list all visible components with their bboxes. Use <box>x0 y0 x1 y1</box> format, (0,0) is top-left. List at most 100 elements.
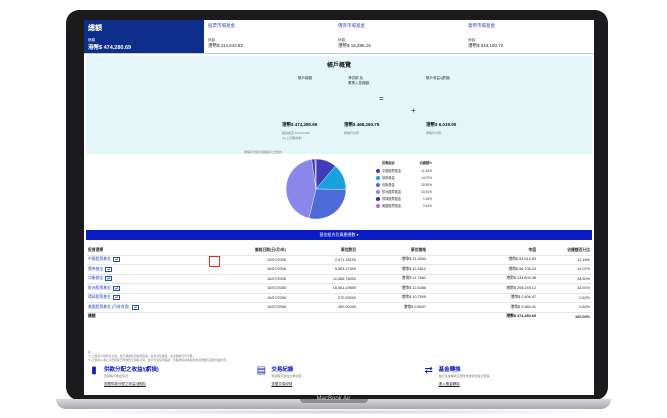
net-contribution-label: 淨供款 及 累積入息總額 <box>348 76 369 85</box>
table-row: 中國股票基金 10/07/2006 2,471.28100 港幣$ 21.4544 港幣… <box>86 256 592 265</box>
cell-date: 10/07/2006 <box>266 276 286 281</box>
browser-screen: 總額 餘額 港幣$ 474,280.69 股票市場基金 餘額 港幣$ 114,6… <box>84 20 594 395</box>
legend-item: 均衡基金 28.50% <box>376 181 432 188</box>
legend-item: 中國股票基金 11.18% <box>376 167 432 174</box>
legend-swatch <box>376 175 380 180</box>
net-contribution-value: 港幣$ 468,260.79 <box>344 122 380 127</box>
legend-label: 中國股票基金 <box>382 169 402 173</box>
legend-swatch <box>376 203 380 208</box>
account-overview-panel: 帳戶概覽 帳戶總額 淨供款 及 累積入息總額 帳戶收益/(虧損) = + 港幣$… <box>86 56 592 154</box>
cell-date: 10/07/2006 <box>266 305 286 310</box>
fund-name-link[interactable]: 均衡基金 <box>88 276 103 281</box>
fund-cell: 歐洲股票基金 <box>86 285 206 291</box>
switch-arrows-icon: ⇄ <box>424 365 433 376</box>
legend-value: 28.50% <box>421 182 432 187</box>
price-chart-icon[interactable] <box>112 295 120 301</box>
footnotes: 註： *以上資料只供參考之用，並不構成任何投資建議。投資涉及風險，基金價格可升可… <box>88 350 588 362</box>
fund-cell: 債券基金 <box>86 266 206 272</box>
transaction-link-card[interactable]: ▤ 交易紀錄 查閱帳戶過往交易紀錄 查閱交易紀錄 <box>255 365 422 387</box>
fund-name-link[interactable]: 美國股票基金 (可收費用) <box>88 305 130 310</box>
link-desc: 查閱帳戶過往交易紀錄 <box>271 374 302 378</box>
account-total-subnote-2: (以上日期為準) <box>282 136 302 140</box>
table-row: 均衡基金 10/07/2006 11,466.76000 港幣$ 11.7661 港幣$… <box>86 275 592 284</box>
legend-label: 美國股票基金 <box>382 204 402 208</box>
legend-value: 11.18% <box>421 168 432 173</box>
laptop-shadow <box>40 409 627 415</box>
cell-units: 300.90200 <box>338 305 356 310</box>
total-label: 總額 <box>88 314 96 319</box>
fund-portfolio-toggle[interactable]: 基金組合及資產總數 ▾ <box>86 230 592 240</box>
cell-value: 港幣$ 134,809.38 <box>506 276 536 281</box>
legend-value: 14.07% <box>421 175 432 180</box>
table-row: 環球股票基金 10/07/2006 270.33000 港幣$ 10.7509 港幣$ … <box>86 294 592 303</box>
cell-units: 2,471.28100 <box>334 257 356 262</box>
cell-price: 港幣$ 9.8947 <box>403 304 426 309</box>
overview-title: 帳戶概覽 <box>326 63 351 69</box>
document-icon: ▤ <box>256 365 267 376</box>
category-value: 港幣$ 114,643.82 <box>208 43 243 48</box>
holdings-table: 投資選擇 價格日期(日/月/年) 單位數目 單位價格 市值 佔總額百分比 中國股… <box>86 246 592 321</box>
fund-name-link[interactable]: 環球股票基金 <box>88 295 111 300</box>
legend-item: 環球股票基金 1.63% <box>376 195 432 202</box>
cell-pct: 0.62% <box>579 305 590 310</box>
total-balance-card[interactable]: 總額 餘額 港幣$ 474,280.69 <box>84 20 204 54</box>
fund-name-link[interactable]: 歐洲股票基金 <box>88 286 111 291</box>
link-title: 供款分配之收益/(虧損) <box>104 367 159 373</box>
legend-swatch <box>376 189 380 194</box>
cell-date: 10/07/2006 <box>266 267 286 272</box>
plus-sign: + <box>411 106 416 115</box>
gain-loss-subnote: 按帳戶計算 <box>426 131 442 135</box>
equity-fund-card[interactable]: 股票市場基金 餘額 港幣$ 114,643.82 <box>204 20 334 54</box>
legend-value: 43.91% <box>421 189 432 194</box>
allocation-legend: 投資組合 佔總額% 中國股票基金 11.18% 債券基金 14.07% 均衡基金 28.5… <box>376 160 432 209</box>
price-chart-icon[interactable] <box>112 285 120 291</box>
cell-value: 港幣$ 2,906.47 <box>510 295 536 300</box>
header-pct: 佔總額百分比 <box>567 247 590 252</box>
cell-units: 16,561.19600 <box>332 286 356 291</box>
cell-units: 11,466.76000 <box>333 276 356 281</box>
cell-pct: 28.50% <box>577 276 590 281</box>
legend-value: 1.63% <box>422 196 432 201</box>
fund-name-link[interactable]: 債券基金 <box>88 267 103 272</box>
fund-switch-link[interactable]: 進入基金轉換 <box>439 382 490 387</box>
category-title: 股票市場基金 <box>208 23 235 28</box>
money-market-fund-card[interactable]: 貨幣市場基金 餘額 港幣$ 343,150.72 <box>464 20 594 54</box>
price-chart-icon[interactable] <box>112 257 120 263</box>
legend-item: 美國股票基金 0.62% <box>376 202 432 209</box>
fund-cell: 均衡基金 <box>86 276 206 282</box>
legend-label: 均衡基金 <box>382 183 395 187</box>
price-chart-icon[interactable] <box>131 304 139 310</box>
quick-links: ▮ 供款分配之收益/(虧損) 查閱帳戶收益情況 查閱供款分配之收益/(虧損) ▤… <box>88 365 590 387</box>
price-chart-icon[interactable] <box>105 276 113 282</box>
cell-value: 港幣$ 2,984.31 <box>510 304 536 309</box>
allocation-pie-chart <box>285 158 347 220</box>
laptop-brand: MacBook Air <box>316 396 351 402</box>
cell-price: 港幣$ 21.4544 <box>401 257 427 262</box>
fund-cell: 中國股票基金 <box>86 257 206 263</box>
link-desc: 查閱帳戶收益情況 <box>104 374 129 378</box>
header-units: 單位數目 <box>340 247 356 252</box>
highlighted-chart-icon-box <box>209 256 220 267</box>
legend-label: 歐洲股票基金 <box>382 190 402 194</box>
total-value: 港幣$ 474,280.69 <box>506 314 536 319</box>
total-pct: 100.00% <box>575 314 590 319</box>
bond-fund-card[interactable]: 債券市場基金 餘額 港幣$ 16,286.15 <box>334 20 464 54</box>
category-value: 港幣$ 343,150.72 <box>468 43 504 48</box>
cell-value: 港幣$ 208,245.12 <box>506 285 536 290</box>
header-fund: 投資選擇 <box>88 247 104 252</box>
table-row: 債券基金 10/07/2006 5,363.27300 港幣$ 12.4812 港幣$ … <box>86 265 592 275</box>
price-chart-icon[interactable] <box>105 266 113 272</box>
cell-price: 港幣$ 10.7509 <box>401 295 427 300</box>
net-contribution-subnote: 按帳戶計算 <box>344 131 360 135</box>
equals-sign: = <box>379 94 384 103</box>
gain-loss-link-card[interactable]: ▮ 供款分配之收益/(虧損) 查閱帳戶收益情況 查閱供款分配之收益/(虧損) <box>88 365 255 387</box>
fund-name-link[interactable]: 中國股票基金 <box>88 257 111 262</box>
allocation-chart-panel: 投資組合 佔總額% 中國股票基金 11.18% 債券基金 14.07% 均衡基金 28.5… <box>86 154 592 224</box>
account-total-label: 帳戶總額 <box>298 76 312 80</box>
balance-summary: 總額 餘額 港幣$ 474,280.69 股票市場基金 餘額 港幣$ 114,6… <box>84 20 594 54</box>
legend-label: 債券基金 <box>382 176 395 180</box>
transaction-link[interactable]: 查閱交易紀錄 <box>271 382 301 387</box>
gain-loss-link[interactable]: 查閱供款分配之收益/(虧損) <box>104 382 159 387</box>
fund-switch-link-card[interactable]: ⇄ 基金轉換 進行基金轉換及更改未來供款投資選擇 進入基金轉換 <box>423 365 590 387</box>
cell-value: 港幣$ 53,014.53 <box>508 257 536 262</box>
